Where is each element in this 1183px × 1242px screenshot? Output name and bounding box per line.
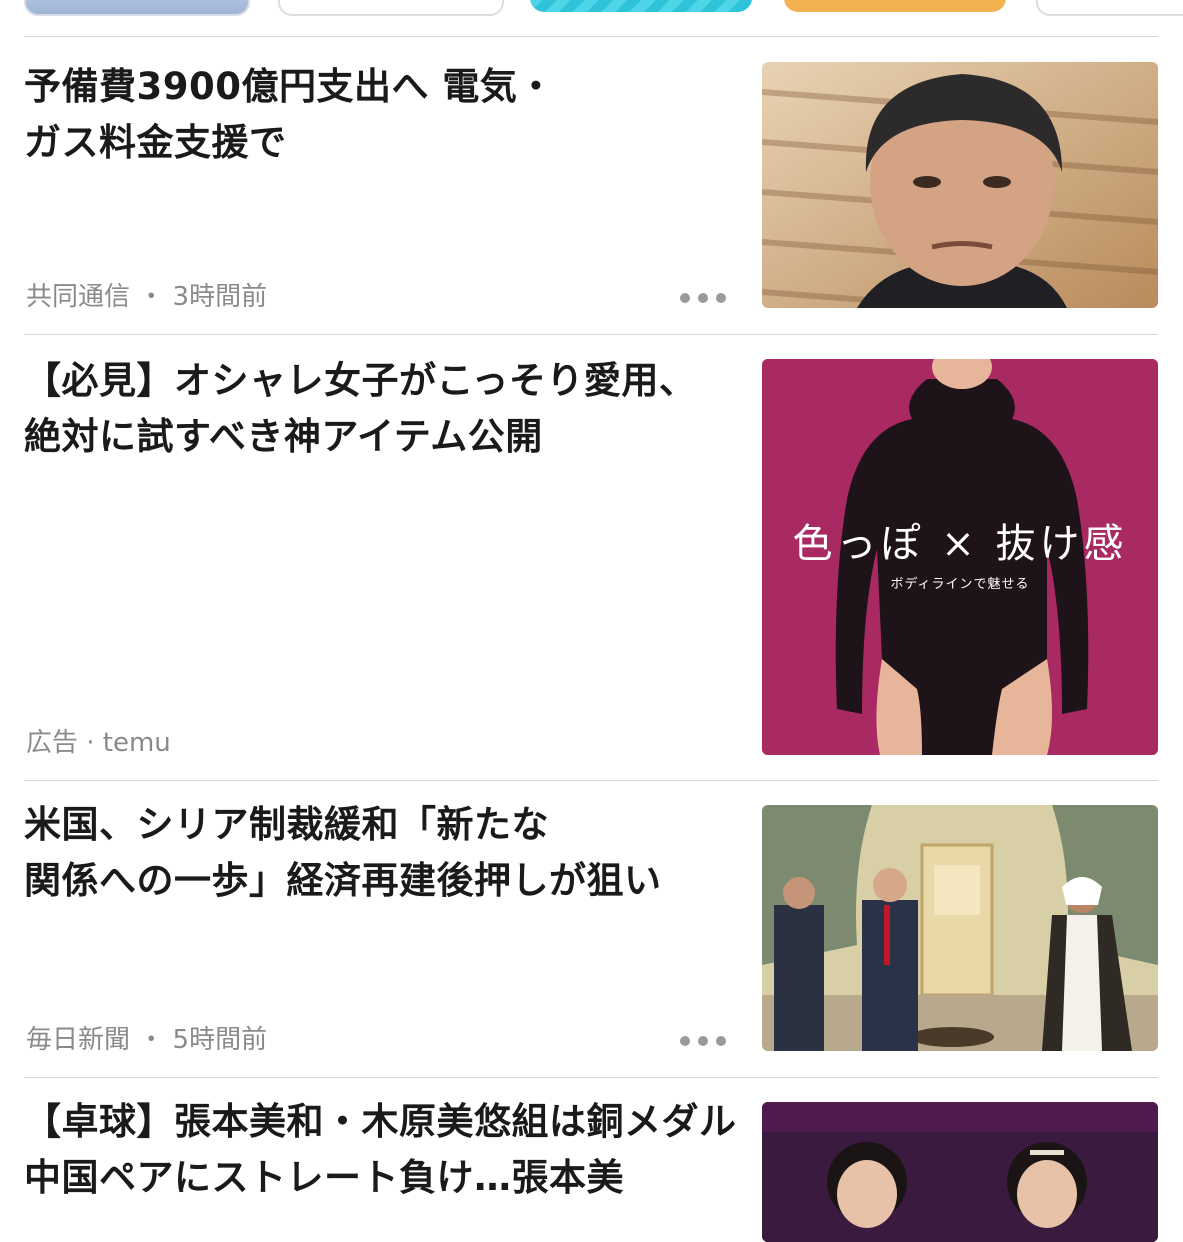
carousel-card[interactable] [24, 0, 250, 16]
carousel-card[interactable] [784, 0, 1006, 12]
headline-line: 絶対に試すべき神アイテム公開 [24, 415, 543, 458]
news-headline[interactable]: 【卓球】張本美和・木原美悠組は銅メダル 中国ペアにストレート負け…張本美 [24, 1094, 740, 1206]
ad-label: 広告 · temu [26, 728, 171, 758]
headline-line: 【必見】オシャレ女子がこっそり愛用、 [24, 359, 697, 402]
headline-line: 【卓球】張本美和・木原美悠組は銅メダル [24, 1100, 737, 1143]
top-carousel-strip [0, 0, 1183, 20]
more-options-icon[interactable] [680, 1035, 726, 1047]
ad-sub-text: ボディラインで魅せる [890, 577, 1030, 592]
news-item[interactable]: 予備費3900億円支出へ 電気・ ガス料金支援で 共同通信 ・ 3時間前 [0, 37, 1183, 334]
more-options-icon[interactable] [680, 292, 726, 304]
news-meta: 共同通信 ・ 3時間前 [26, 281, 267, 313]
news-source: 共同通信 [26, 282, 131, 312]
news-source: 毎日新聞 [26, 1025, 131, 1055]
carousel-card[interactable] [530, 0, 752, 12]
ad-thumbnail[interactable]: 色っぽ × 抜け感 ボディラインで魅せる [762, 359, 1158, 755]
news-thumbnail[interactable] [762, 805, 1158, 1051]
news-item[interactable]: 米国、シリア制裁緩和「新たな 関係への一歩」経済再建後押しが狙い 毎日新聞 ・ … [0, 781, 1183, 1077]
portrait-photo [762, 62, 1158, 308]
headline-line: ガス料金支援で [24, 121, 287, 164]
headline-line: 米国、シリア制裁緩和「新たな [24, 803, 549, 846]
table-tennis-photo [762, 1102, 1158, 1242]
meta-separator: ・ [130, 282, 173, 312]
news-meta: 毎日新聞 ・ 5時間前 [26, 1024, 267, 1056]
headline-line: 関係への一歩」経済再建後押しが狙い [24, 859, 662, 902]
ad-headline[interactable]: 【必見】オシャレ女子がこっそり愛用、 絶対に試すべき神アイテム公開 [24, 353, 740, 465]
news-thumbnail[interactable] [762, 1102, 1158, 1242]
news-time: 3時間前 [172, 282, 268, 312]
ad-overlay-text: 色っぽ × 抜け感 ボディラインで魅せる [762, 519, 1158, 592]
carousel-card[interactable] [278, 0, 504, 16]
meeting-photo [762, 805, 1158, 1051]
news-thumbnail[interactable] [762, 62, 1158, 308]
headline-line: 予備費3900億円支出へ 電気・ [24, 65, 555, 108]
headline-line: 中国ペアにストレート負け…張本美 [24, 1156, 624, 1199]
carousel-card[interactable] [1036, 0, 1183, 16]
meta-separator: ・ [130, 1025, 173, 1055]
ad-main-text: 色っぽ × 抜け感 [792, 521, 1128, 567]
news-item[interactable]: 【卓球】張本美和・木原美悠組は銅メダル 中国ペアにストレート負け…張本美 [0, 1078, 1183, 1242]
news-time: 5時間前 [172, 1025, 268, 1055]
news-headline[interactable]: 米国、シリア制裁緩和「新たな 関係への一歩」経済再建後押しが狙い [24, 797, 740, 909]
ad-item[interactable]: 【必見】オシャレ女子がこっそり愛用、 絶対に試すべき神アイテム公開 広告 · t… [0, 335, 1183, 780]
news-headline[interactable]: 予備費3900億円支出へ 電気・ ガス料金支援で [24, 59, 740, 171]
